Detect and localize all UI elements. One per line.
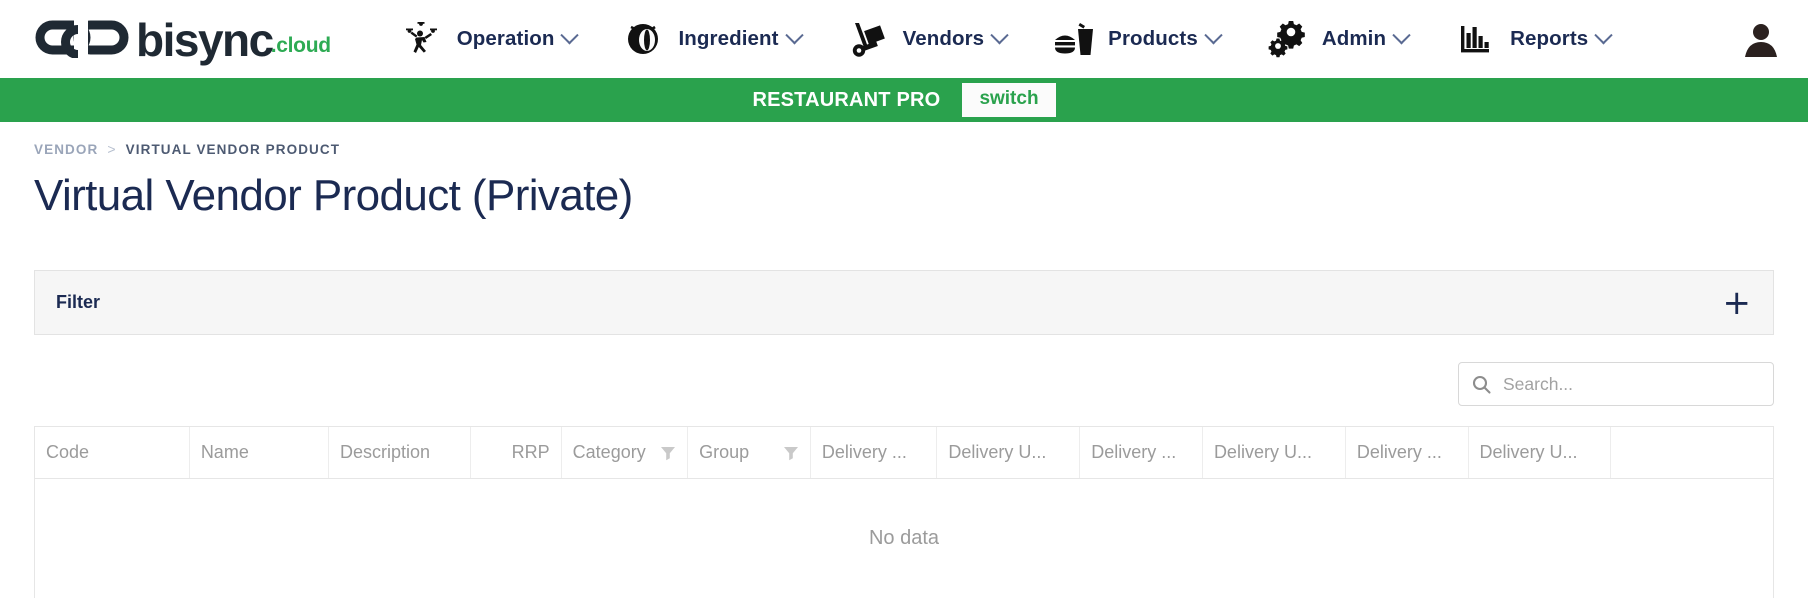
nav-item-operation[interactable]: Operation bbox=[401, 19, 580, 59]
burger-drink-icon bbox=[1052, 19, 1096, 59]
plus-icon[interactable]: + bbox=[1723, 285, 1752, 320]
table-header: Code Name Description RRP Category Group Deliv… bbox=[35, 427, 1773, 479]
switch-context-button[interactable]: switch bbox=[962, 83, 1056, 117]
column-header-blank[interactable] bbox=[1610, 427, 1773, 479]
nav-item-reports[interactable]: Reports bbox=[1454, 19, 1613, 59]
column-header-label: Delivery ... bbox=[821, 442, 907, 463]
chevron-down-icon bbox=[990, 25, 1009, 44]
column-header-label: Category bbox=[572, 442, 646, 463]
column-header-delivery-10[interactable]: Delivery ... bbox=[1345, 427, 1469, 479]
column-header-label: Name bbox=[200, 442, 249, 463]
nav-label-operation: Operation bbox=[456, 27, 555, 50]
gears-icon bbox=[1266, 19, 1310, 59]
breadcrumb-current: VIRTUAL VENDOR PRODUCT bbox=[125, 141, 341, 157]
brand-name: bisync bbox=[136, 13, 274, 66]
nav-label-vendors: Vendors bbox=[902, 27, 985, 50]
top-navigation-bar: bisync .cloud Operation Ingredient Vendo… bbox=[0, 0, 1808, 78]
column-header-label: Delivery ... bbox=[1091, 442, 1177, 463]
nav-item-vendors[interactable]: Vendors bbox=[847, 19, 1009, 59]
nav-item-products[interactable]: Products bbox=[1052, 19, 1223, 59]
column-header-delivery-u-9[interactable]: Delivery U... bbox=[1202, 427, 1346, 479]
data-table: Code Name Description RRP Category Group Deliv… bbox=[35, 427, 1773, 598]
search-input[interactable] bbox=[1501, 372, 1760, 396]
chevron-down-icon bbox=[1392, 25, 1411, 44]
search-box[interactable] bbox=[1458, 362, 1774, 407]
column-header-label: Delivery ... bbox=[1356, 442, 1442, 463]
bar-chart-icon bbox=[1454, 19, 1498, 59]
breadcrumb-parent[interactable]: VENDOR bbox=[34, 142, 98, 157]
column-header-code-0[interactable]: Code bbox=[35, 427, 190, 479]
filter-funnel-icon[interactable] bbox=[660, 445, 676, 461]
column-header-delivery-6[interactable]: Delivery ... bbox=[810, 427, 938, 479]
column-header-label: Group bbox=[699, 442, 750, 463]
column-header-delivery-u-7[interactable]: Delivery U... bbox=[936, 427, 1081, 479]
column-header-description-2[interactable]: Description bbox=[328, 427, 471, 479]
column-header-rrp-3[interactable]: RRP bbox=[470, 427, 562, 479]
brand-suffix: .cloud bbox=[270, 33, 331, 57]
column-header-label: Code bbox=[46, 442, 90, 463]
nav-item-admin[interactable]: Admin bbox=[1266, 19, 1411, 59]
column-header-label: Delivery U... bbox=[1479, 442, 1578, 463]
column-header-group-5[interactable]: Group bbox=[687, 427, 811, 479]
table-body: No data bbox=[35, 478, 1773, 598]
page-content: VENDOR > VIRTUAL VENDOR PRODUCT Virtual … bbox=[0, 122, 1808, 599]
search-row bbox=[34, 362, 1774, 407]
no-data-message: No data bbox=[868, 527, 940, 550]
column-header-name-1[interactable]: Name bbox=[189, 427, 329, 479]
main-nav: Operation Ingredient Vendors Products Ad… bbox=[401, 19, 1738, 59]
column-header-delivery-u-11[interactable]: Delivery U... bbox=[1468, 427, 1612, 479]
column-header-label: RRP bbox=[511, 442, 550, 463]
column-header-label: Delivery U... bbox=[948, 442, 1047, 463]
coconut-icon bbox=[622, 19, 666, 59]
context-banner: RESTAURANT PRO switch bbox=[0, 78, 1808, 122]
chevron-down-icon bbox=[1594, 25, 1613, 44]
breadcrumb: VENDOR > VIRTUAL VENDOR PRODUCT bbox=[34, 122, 1774, 157]
juggler-icon bbox=[401, 19, 445, 59]
chevron-down-icon bbox=[560, 25, 580, 44]
hand-truck-icon bbox=[847, 19, 891, 59]
filter-panel-header[interactable]: Filter + bbox=[34, 270, 1774, 336]
column-header-label: Delivery U... bbox=[1213, 442, 1312, 463]
search-icon bbox=[1472, 375, 1491, 394]
nav-label-admin: Admin bbox=[1321, 27, 1387, 50]
column-header-category-4[interactable]: Category bbox=[561, 427, 689, 479]
nav-label-ingredient: Ingredient bbox=[678, 27, 779, 50]
column-header-delivery-8[interactable]: Delivery ... bbox=[1079, 427, 1203, 479]
filter-funnel-icon[interactable] bbox=[783, 445, 799, 461]
column-header-label: Description bbox=[339, 442, 430, 463]
data-grid: Code Name Description RRP Category Group Deliv… bbox=[34, 426, 1774, 599]
filter-label: Filter bbox=[56, 292, 101, 313]
brand-logo[interactable]: bisync .cloud bbox=[34, 16, 331, 63]
context-banner-title: RESTAURANT PRO bbox=[752, 88, 941, 111]
nav-label-products: Products bbox=[1108, 27, 1198, 50]
chain-link-icon bbox=[34, 16, 132, 63]
chevron-down-icon bbox=[1204, 25, 1223, 44]
table-empty-row: No data bbox=[35, 478, 1773, 598]
nav-item-ingredient[interactable]: Ingredient bbox=[622, 19, 804, 59]
user-avatar-icon[interactable] bbox=[1738, 16, 1784, 62]
nav-label-reports: Reports bbox=[1510, 27, 1589, 50]
breadcrumb-separator-icon: > bbox=[107, 141, 117, 157]
table-header-row: Code Name Description RRP Category Group Deliv… bbox=[35, 427, 1773, 479]
page-title: Virtual Vendor Product (Private) bbox=[34, 171, 633, 220]
chevron-down-icon bbox=[784, 25, 804, 44]
